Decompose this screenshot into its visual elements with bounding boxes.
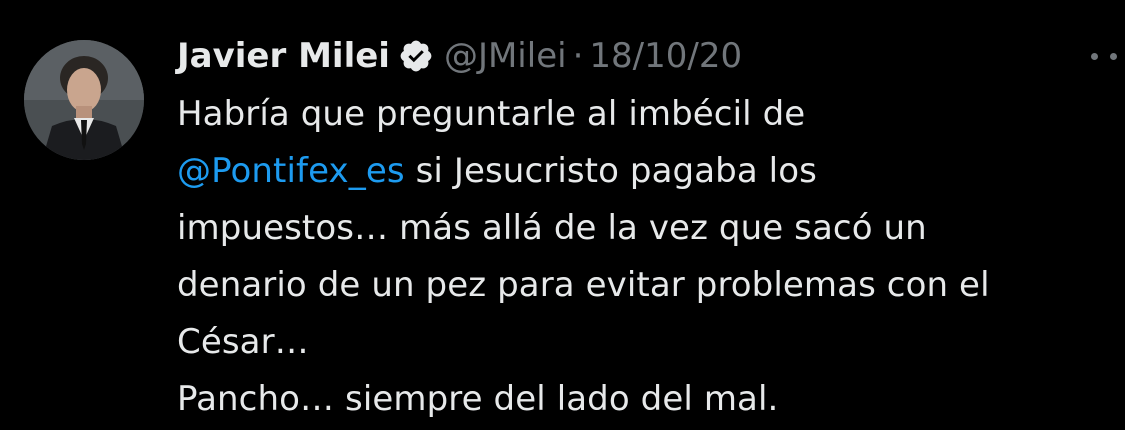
tweet-line: César… [177,322,309,362]
avatar-photo [24,40,144,160]
author-handle[interactable]: @JMilei [444,30,567,82]
more-dot-icon [1091,52,1098,60]
tweet-date[interactable]: 18/10/20 [589,30,742,82]
tweet-line: Habría que preguntarle al imbécil de [177,94,806,134]
tweet-line: @Pontifex_es si Jesucristo pagaba los [177,143,1097,200]
author-name[interactable]: Javier Milei [177,30,390,82]
tweet-line: denario de un pez para evitar problemas … [177,265,990,305]
avatar[interactable] [24,40,144,160]
more-dot-icon [1109,52,1117,60]
tweet-line: impuestos… más allá de la vez que sacó u… [177,208,927,248]
verified-badge-icon [398,38,434,74]
tweet-content: Javier Milei @JMilei · 18/10/20 Habría q… [177,30,1117,428]
tweet-header: Javier Milei @JMilei · 18/10/20 [177,30,1097,82]
header-separator: · [572,36,584,76]
more-options-icon[interactable] [1091,44,1125,68]
tweet-line: Pancho… siempre del lado del mal. [177,379,779,419]
tweet-text: Habría que preguntarle al imbécil de @Po… [177,86,1097,428]
tweet-line-text: si Jesucristo pagaba los [404,151,817,191]
mention-link[interactable]: @Pontifex_es [177,151,405,191]
tweet-card[interactable]: Javier Milei @JMilei · 18/10/20 Habría q… [0,0,1125,430]
